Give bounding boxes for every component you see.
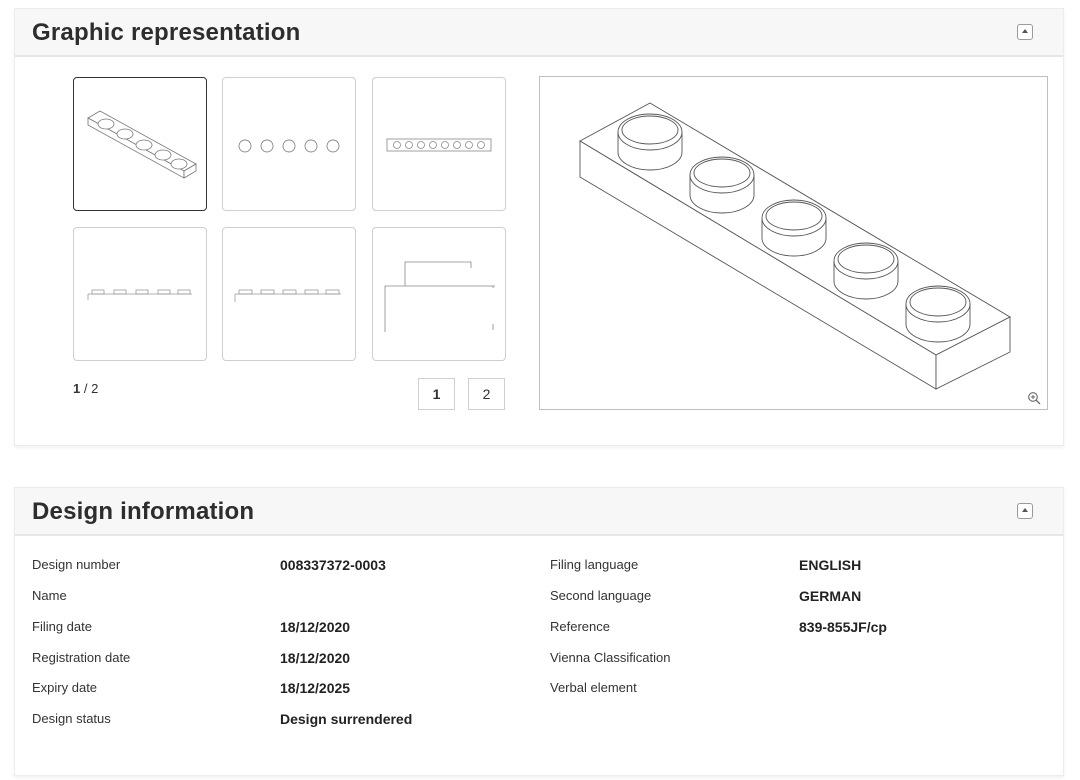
page-separator: / xyxy=(80,381,92,396)
caret-up-icon xyxy=(1022,508,1028,512)
zoom-in-icon[interactable] xyxy=(1027,391,1041,405)
side-view-image xyxy=(87,289,192,300)
second-language-label: Second language xyxy=(550,588,652,603)
page-indicator: 1 / 2 xyxy=(73,381,98,396)
reference-value: 839-855JF/cp xyxy=(799,619,887,635)
top-view-image xyxy=(238,139,340,153)
total-pages: 2 xyxy=(91,381,99,396)
design-status-label: Design status xyxy=(32,711,111,726)
graphic-representation-panel: Graphic representation 1 / 2 1 2 xyxy=(14,8,1064,446)
verbal-element-label: Verbal element xyxy=(550,680,637,695)
design-number-value: 008337372-0003 xyxy=(280,557,386,573)
thumbnail-1[interactable] xyxy=(73,77,207,211)
panel-header: Graphic representation xyxy=(15,9,1063,57)
page-button-2[interactable]: 2 xyxy=(468,378,505,410)
page-button-1[interactable]: 1 xyxy=(418,378,455,410)
caret-up-icon xyxy=(1022,29,1028,33)
collapse-button[interactable] xyxy=(1017,24,1033,40)
design-status-value: Design surrendered xyxy=(280,711,413,727)
thumbnail-3[interactable] xyxy=(372,77,506,211)
vienna-classification-label: Vienna Classification xyxy=(550,650,671,665)
design-information-panel: Design information Design number 0083373… xyxy=(14,487,1064,776)
collapse-button[interactable] xyxy=(1017,503,1033,519)
design-number-label: Design number xyxy=(32,557,121,572)
side-view-image xyxy=(234,289,341,302)
thumbnail-5[interactable] xyxy=(222,227,356,361)
main-image-viewer[interactable] xyxy=(539,76,1048,410)
panel-title: Design information xyxy=(32,498,255,525)
reference-label: Reference xyxy=(550,619,610,634)
bottom-view-image xyxy=(386,138,492,152)
thumbnail-2[interactable] xyxy=(222,77,356,211)
expiry-date-value: 18/12/2025 xyxy=(280,680,351,696)
end-view-image xyxy=(384,261,495,332)
isometric-view-image xyxy=(87,110,197,179)
filing-language-value: ENGLISH xyxy=(799,557,862,573)
registration-date-value: 18/12/2020 xyxy=(280,650,351,666)
thumbnail-6[interactable] xyxy=(372,227,506,361)
registration-date-label: Registration date xyxy=(32,650,131,665)
filing-date-value: 18/12/2020 xyxy=(280,619,351,635)
expiry-date-label: Expiry date xyxy=(32,680,98,695)
thumbnail-4[interactable] xyxy=(73,227,207,361)
name-label: Name xyxy=(32,588,67,603)
second-language-value: GERMAN xyxy=(799,588,862,604)
panel-title: Graphic representation xyxy=(32,19,301,46)
panel-header: Design information xyxy=(15,488,1063,536)
filing-language-label: Filing language xyxy=(550,557,639,572)
filing-date-label: Filing date xyxy=(32,619,92,634)
isometric-product-image xyxy=(579,102,1011,390)
